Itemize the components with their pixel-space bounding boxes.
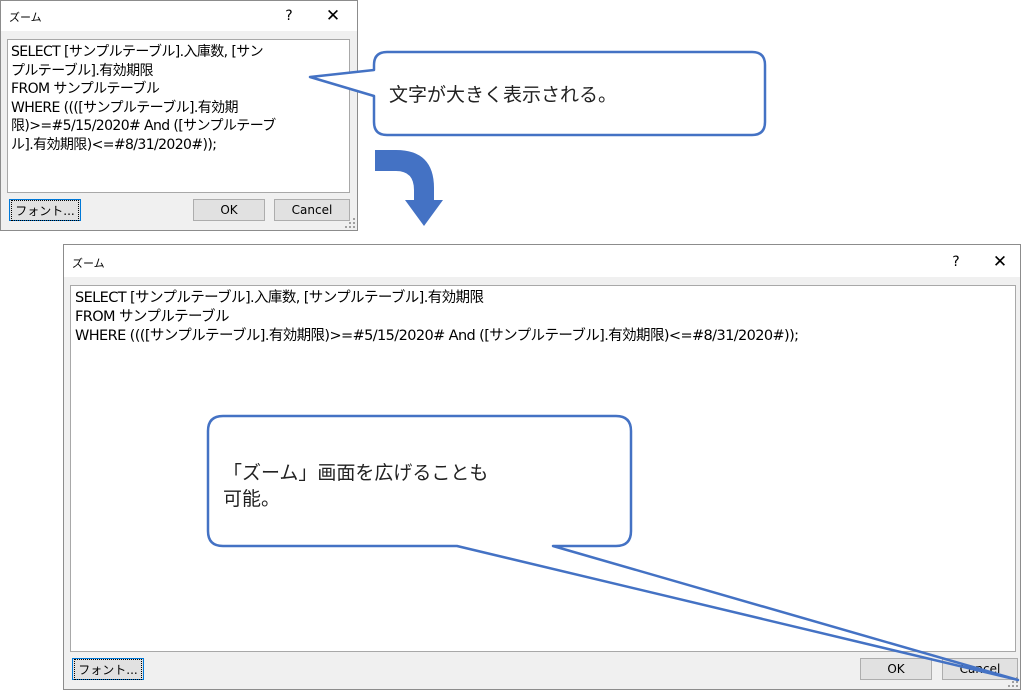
sql-text-area[interactable]: SELECT [サンプルテーブル].入庫数, [サンプルテーブル].有効期限 F… <box>70 285 1016 652</box>
title-bar: ズーム ? ✕ <box>64 245 1020 277</box>
title-bar: ズーム ? ✕ <box>1 1 357 31</box>
sql-line: WHERE ((([サンプルテーブル].有効期限)>=#5/15/2020# A… <box>75 328 799 344</box>
resize-grip[interactable] <box>1008 677 1018 687</box>
down-arrow-icon <box>375 150 443 226</box>
zoom-dialog-small: ズーム ? ✕ SELECT [サンプルテーブル].入庫数, [サン プルテーブ… <box>0 0 358 231</box>
close-button[interactable]: ✕ <box>982 250 1018 274</box>
help-button[interactable]: ? <box>271 4 307 28</box>
sql-line: ル].有効期限)<=#8/31/2020#)); <box>11 136 217 153</box>
font-button-label: フォント... <box>74 658 142 680</box>
font-button[interactable]: フォント... <box>9 199 81 221</box>
sql-line: 限)>=#5/15/2020# And ([サンプルテーブ <box>11 118 276 134</box>
cancel-button[interactable]: Cancel <box>274 199 350 221</box>
resize-grip[interactable] <box>345 218 355 228</box>
ok-button[interactable]: OK <box>860 658 932 680</box>
sql-text-area[interactable]: SELECT [サンプルテーブル].入庫数, [サン プルテーブル].有効期限 … <box>7 39 350 193</box>
sql-line: SELECT [サンプルテーブル].入庫数, [サン <box>11 44 264 60</box>
dialog-title: ズーム <box>9 11 42 24</box>
bottom-callout-text-line1: 「ズーム」画面を広げることも <box>223 462 489 484</box>
help-button[interactable]: ? <box>938 250 974 274</box>
ok-button[interactable]: OK <box>193 199 265 221</box>
close-button[interactable]: ✕ <box>315 4 351 28</box>
dialog-title: ズーム <box>72 257 105 270</box>
font-button[interactable]: フォント... <box>72 658 144 680</box>
top-callout-text: 文字が大きく表示される。 <box>389 84 618 106</box>
sql-line: FROM サンプルテーブル <box>11 81 160 97</box>
sql-line: SELECT [サンプルテーブル].入庫数, [サンプルテーブル].有効期限 <box>75 290 484 306</box>
sql-line: FROM サンプルテーブル <box>75 309 229 325</box>
zoom-dialog-large: ズーム ? ✕ SELECT [サンプルテーブル].入庫数, [サンプルテーブル… <box>63 244 1021 690</box>
bottom-callout-text-line2: 可能。 <box>223 488 281 510</box>
sql-line: WHERE ((([サンプルテーブル].有効期 <box>11 99 239 116</box>
font-button-label: フォント... <box>11 199 79 221</box>
cancel-button[interactable]: Cancel <box>942 658 1018 680</box>
sql-line: プルテーブル].有効期限 <box>11 62 153 79</box>
